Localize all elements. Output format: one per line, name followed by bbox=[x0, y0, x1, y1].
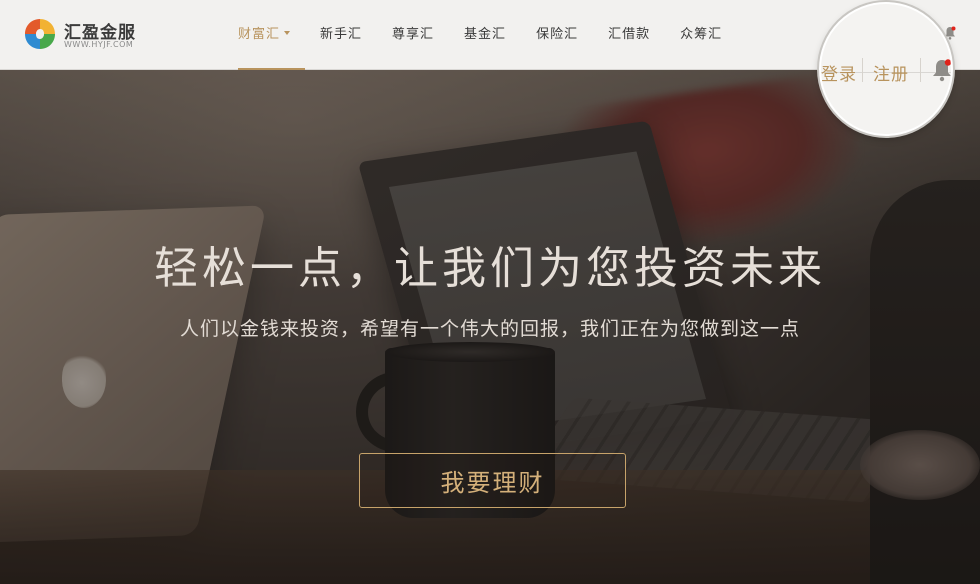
bell-icon[interactable] bbox=[931, 58, 953, 82]
nav-item-label: 尊享汇 bbox=[392, 26, 435, 42]
nav-item-zunxianghui[interactable]: 尊享汇 bbox=[377, 0, 449, 70]
divider bbox=[920, 58, 921, 82]
nav-item-label: 基金汇 bbox=[464, 26, 507, 42]
nav-item-label: 财富汇 bbox=[238, 26, 281, 42]
main-nav: 财富汇 新手汇 尊享汇 基金汇 保险汇 汇借款 众筹汇 bbox=[238, 0, 737, 70]
register-link[interactable]: 注册 bbox=[873, 60, 909, 85]
account-magnifier-callout: 登录 注册 bbox=[819, 2, 953, 136]
nav-item-xinshouhui[interactable]: 新手汇 bbox=[305, 0, 377, 70]
nav-item-label: 保险汇 bbox=[536, 26, 579, 42]
invest-now-button[interactable]: 我要理财 bbox=[359, 453, 626, 508]
nav-item-jijinhui[interactable]: 基金汇 bbox=[449, 0, 521, 70]
nav-item-label: 众筹汇 bbox=[680, 26, 723, 42]
nav-item-label: 汇借款 bbox=[608, 26, 651, 42]
brand-logo[interactable]: 汇盈金服 WWW.HYJF.COM bbox=[22, 16, 172, 56]
divider bbox=[862, 58, 863, 82]
brand-url: WWW.HYJF.COM bbox=[64, 40, 134, 49]
brand-logo-icon bbox=[25, 19, 55, 49]
nav-item-huijiekuan[interactable]: 汇借款 bbox=[593, 0, 665, 70]
nav-item-zhongchouhui[interactable]: 众筹汇 bbox=[665, 0, 737, 70]
nav-item-caifuhui[interactable]: 财富汇 bbox=[238, 0, 306, 70]
hero-subtitle: 人们以金钱来投资，希望有一个伟大的回报，我们正在为您做到这一点 bbox=[179, 318, 800, 340]
hero-title: 轻松一点，让我们为您投资未来 bbox=[154, 243, 826, 294]
login-link[interactable]: 登录 bbox=[821, 60, 857, 85]
nav-item-label: 新手汇 bbox=[320, 26, 363, 42]
nav-item-baoxianhui[interactable]: 保险汇 bbox=[521, 0, 593, 70]
chevron-down-icon bbox=[284, 31, 291, 35]
